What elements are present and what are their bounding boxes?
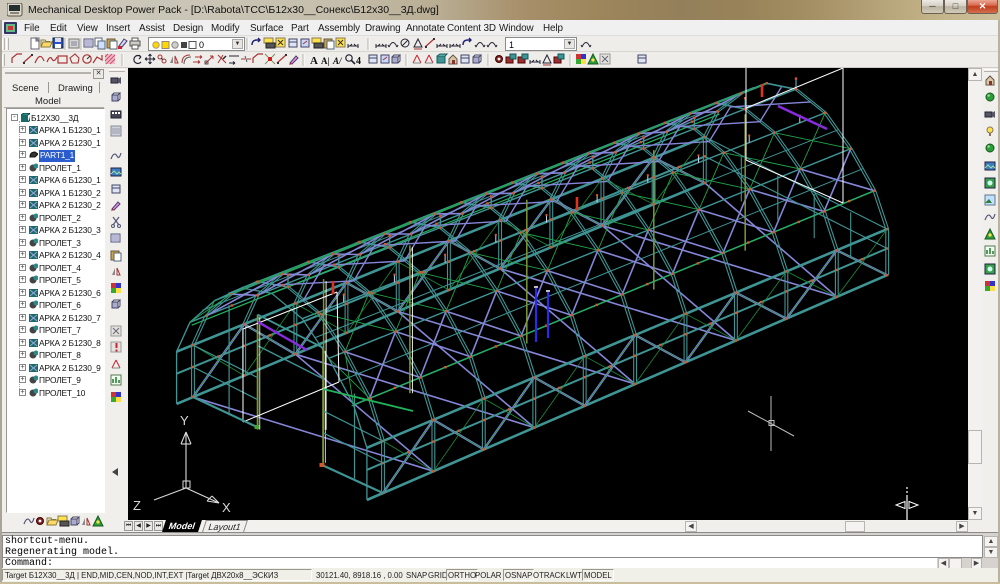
svg-text:A/: A/ xyxy=(332,56,343,66)
svg-text:A: A xyxy=(310,55,318,67)
svg-text:Y: Y xyxy=(180,413,189,428)
svg-text:4: 4 xyxy=(356,56,361,67)
svg-text:Z: Z xyxy=(133,498,141,513)
svg-text:A|: A| xyxy=(321,56,329,66)
svg-text:X: X xyxy=(222,500,231,515)
